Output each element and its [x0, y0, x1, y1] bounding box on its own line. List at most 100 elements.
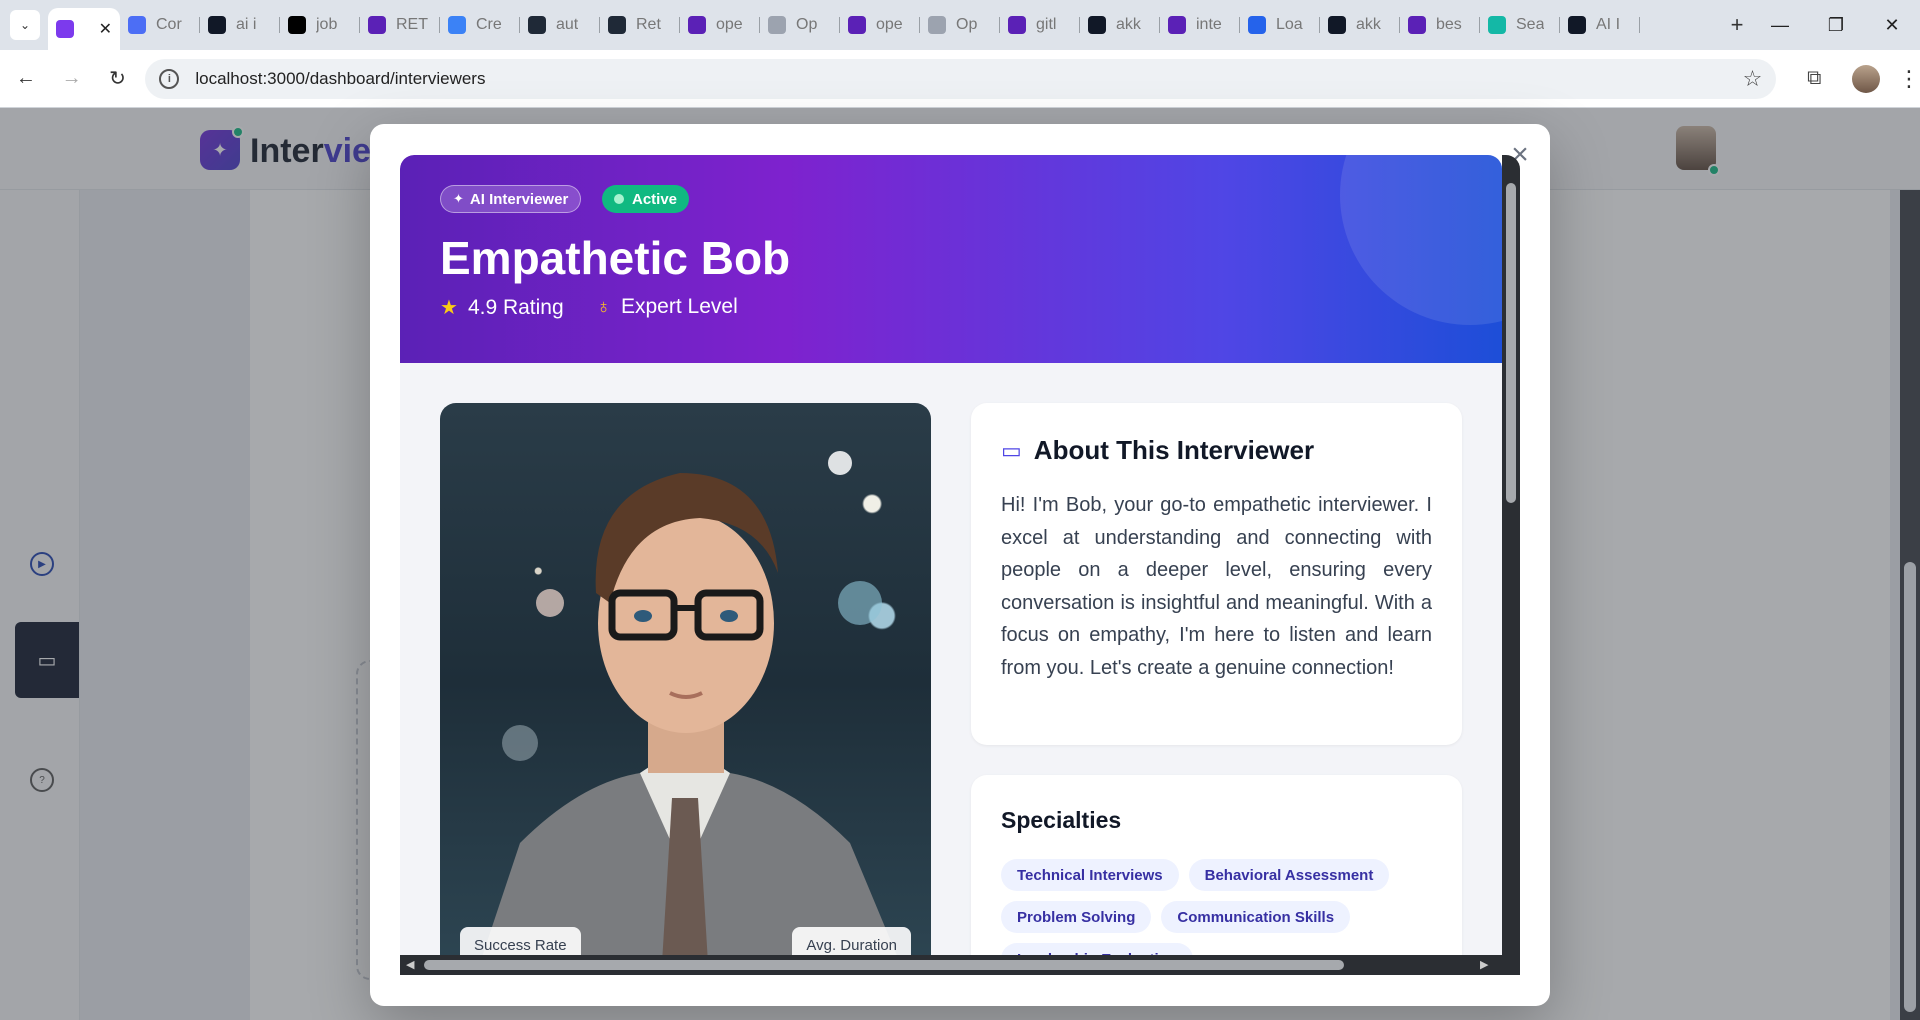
yahoo-favicon: [368, 16, 386, 34]
browser-tab[interactable]: Op: [920, 7, 1000, 43]
specialties-card: Specialties Technical Interviews Behavior…: [971, 775, 1462, 975]
triangle-favicon: [288, 16, 306, 34]
modal-horizontal-scrollbar[interactable]: ◀ ▶: [400, 955, 1520, 975]
modal-horizontal-scrollbar-thumb[interactable]: [424, 960, 1344, 970]
tab-title: Op: [796, 16, 818, 33]
specialty-tag: Behavioral Assessment: [1188, 859, 1390, 891]
about-text: Hi! I'm Bob, your go-to empathetic inter…: [1001, 494, 1432, 679]
tab-title: Cor: [156, 16, 182, 33]
interviewer-portrait: Success Rate Avg. Duration: [440, 403, 931, 963]
browser-tab[interactable]: akk: [1320, 7, 1400, 43]
github-favicon: [1328, 16, 1346, 34]
back-button[interactable]: ←: [6, 59, 46, 99]
tab-title: Loa: [1276, 16, 1303, 33]
extensions-puzzle-icon[interactable]: ⧉: [1794, 59, 1834, 99]
close-window-button[interactable]: ✕: [1864, 0, 1920, 50]
browser-tab[interactable]: inte: [1160, 7, 1240, 43]
dots-favicon: [448, 16, 466, 34]
tab-title: inte: [1196, 16, 1222, 33]
tab-title: bes: [1436, 16, 1462, 33]
browser-menu-icon[interactable]: ⋮: [1898, 66, 1920, 92]
dice-favicon: [1568, 16, 1586, 34]
ai-interviewer-badge: ✦ AI Interviewer: [440, 185, 582, 213]
browser-tab[interactable]: gitl: [1000, 7, 1080, 43]
github-favicon: [1088, 16, 1106, 34]
browser-tab[interactable]: bes: [1400, 7, 1480, 43]
profile-avatar[interactable]: [1852, 64, 1881, 93]
yahoo-favicon: [1408, 16, 1426, 34]
tab-search-button[interactable]: ⌄: [10, 10, 40, 40]
specialty-tag: Communication Skills: [1161, 901, 1351, 933]
yahoo-favicon: [688, 16, 706, 34]
yahoo-favicon: [1168, 16, 1186, 34]
modal-body: Success Rate Avg. Duration ▭ About This I…: [400, 363, 1502, 975]
tab-title: ope: [716, 16, 743, 33]
browser-tab[interactable]: RET: [360, 7, 440, 43]
level-text: Expert Level: [621, 295, 738, 318]
url-text: localhost:3000/dashboard/interviewers: [195, 68, 486, 88]
status-badge: Active: [602, 185, 690, 213]
tab-title: Ret: [636, 16, 661, 33]
tab-title: RET: [396, 16, 428, 33]
bolt-favicon: [208, 16, 226, 34]
scroll-left-arrow-icon[interactable]: ◀: [406, 958, 414, 971]
browser-tab[interactable]: ai i: [200, 7, 280, 43]
modal-scroll-area[interactable]: ✦ AI Interviewer Active Empathetic Bob ★ 4…: [400, 155, 1520, 975]
browser-tab[interactable]: Ret: [600, 7, 680, 43]
sparkles-icon: ✦: [453, 191, 464, 206]
browser-tab[interactable]: ope: [680, 7, 760, 43]
award-icon: ♁: [596, 295, 611, 318]
close-tab-icon[interactable]: ✕: [99, 19, 112, 39]
new-tab-button[interactable]: +: [1722, 10, 1752, 40]
about-heading: ▭ About This Interviewer: [1001, 435, 1314, 466]
browser-tab[interactable]: Op: [760, 7, 840, 43]
level: ♁ Expert Level: [596, 295, 738, 319]
address-bar[interactable]: i localhost:3000/dashboard/interviewers …: [145, 58, 1777, 99]
reload-button[interactable]: ↻: [98, 59, 138, 99]
specialties-title: Specialties: [1001, 807, 1122, 833]
site-info-icon[interactable]: i: [159, 68, 180, 89]
page-scrollbar-thumb[interactable]: [1904, 562, 1916, 1012]
doc-favicon: [1248, 16, 1266, 34]
forward-button[interactable]: →: [52, 59, 92, 99]
window-controls: — ❐ ✕: [1752, 0, 1920, 50]
badge-ai-label: AI Interviewer: [469, 190, 569, 208]
browser-tab[interactable]: job: [280, 7, 360, 43]
browser-tab[interactable]: akk: [1080, 7, 1160, 43]
bookmark-star-icon[interactable]: ☆: [1743, 66, 1763, 92]
share-favicon: [768, 16, 786, 34]
message-square-icon: ▭: [1001, 437, 1022, 463]
browser-tab[interactable]: aut: [520, 7, 600, 43]
rating-text: 4.9 Rating: [467, 295, 564, 319]
browser-tab[interactable]: Cor: [120, 7, 200, 43]
browser-tab[interactable]: AI I: [1560, 7, 1640, 43]
modal-vertical-scrollbar-thumb[interactable]: [1506, 183, 1516, 503]
browser-tab[interactable]: Cre: [440, 7, 520, 43]
tab-title: Op: [956, 16, 978, 33]
status-label: Active: [632, 190, 678, 208]
browser-tab[interactable]: Loa: [1240, 7, 1320, 43]
page-scrollbar[interactable]: [1900, 190, 1920, 1020]
tab-title: ope: [876, 16, 903, 33]
yahoo-favicon: [848, 16, 866, 34]
browser-tab[interactable]: ope: [840, 7, 920, 43]
decorative-circle: [1340, 155, 1502, 325]
interviewer-hero: ✦ AI Interviewer Active Empathetic Bob ★ 4…: [400, 155, 1502, 363]
minimize-button[interactable]: —: [1752, 0, 1808, 50]
modal-vertical-scrollbar[interactable]: ▼: [1502, 155, 1520, 975]
tab-title: akk: [1116, 16, 1141, 33]
browser-toolbar: ← → ↻ i localhost:3000/dashboard/intervi…: [0, 50, 1920, 108]
app-favicon: [56, 20, 74, 38]
browser-tab[interactable]: Sea: [1480, 7, 1560, 43]
rating: ★ 4.9 Rating: [440, 295, 564, 320]
tab-title: ai i: [236, 16, 257, 33]
scroll-right-arrow-icon[interactable]: ▶: [1480, 958, 1488, 971]
v-favicon: [1488, 16, 1506, 34]
tab-title: AI I: [1596, 16, 1621, 33]
star-icon: ★: [440, 297, 458, 319]
grid-favicon: [528, 16, 546, 34]
portrait-illustration: [480, 451, 900, 963]
tab-title: job: [316, 16, 338, 33]
browser-tab[interactable]: ✕: [48, 8, 120, 50]
restore-button[interactable]: ❐: [1808, 0, 1864, 50]
